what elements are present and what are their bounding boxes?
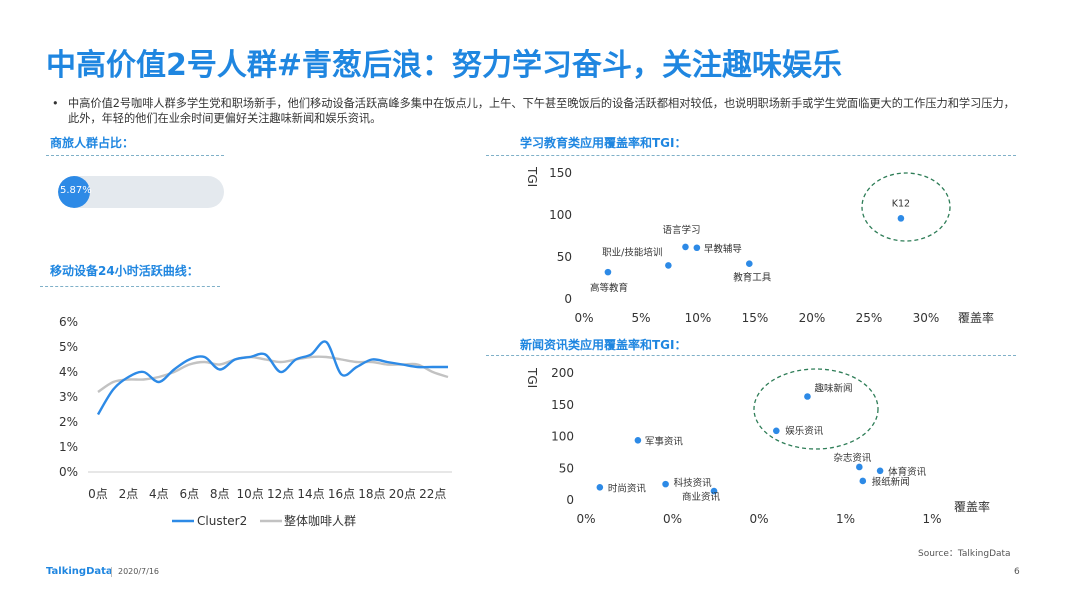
point-label: 娱乐资讯 xyxy=(785,425,824,437)
y-tick-label: 1% xyxy=(59,440,78,454)
x-tick-label: 6点 xyxy=(179,487,199,501)
point-label: 早教辅导 xyxy=(704,243,742,255)
x-tick-label: 20点 xyxy=(389,487,416,501)
x-tick-label: 2点 xyxy=(119,487,139,501)
x-tick-label: 1% xyxy=(922,512,941,526)
scatter-point xyxy=(665,262,672,269)
x-tick-label: 10点 xyxy=(237,487,264,501)
x-tick-label: 22点 xyxy=(419,487,446,501)
y-axis-title: TGI xyxy=(525,166,539,187)
scatter-point xyxy=(859,477,867,485)
point-label: 科技资讯 xyxy=(674,477,713,489)
point-label: 报纸新闻 xyxy=(872,476,910,488)
x-tick-label: 5% xyxy=(631,311,650,325)
y-tick-label: 0 xyxy=(564,292,572,306)
y-tick-label: 3% xyxy=(59,390,78,404)
y-tick-label: 50 xyxy=(557,250,572,264)
point-label: 语言学习 xyxy=(662,224,700,236)
point-label: 职业/技能培训 xyxy=(602,246,662,258)
series-line-cluster2 xyxy=(96,340,448,416)
scatter-point xyxy=(897,215,905,222)
footer-date: 2020/7/16 xyxy=(118,567,160,576)
point-label: 军事资讯 xyxy=(645,435,684,447)
y-axis-title: TGI xyxy=(525,367,539,388)
scatter-point xyxy=(856,463,863,471)
y-tick-label: 200 xyxy=(551,366,574,380)
source-note: Source：TalkingData xyxy=(918,549,1011,559)
scatter-point xyxy=(693,244,701,252)
point-label: 商业资讯 xyxy=(682,491,721,503)
x-tick-label: 0点 xyxy=(88,487,108,501)
scatter-point xyxy=(773,427,780,435)
scatter-point xyxy=(746,260,753,268)
x-tick-label: 14点 xyxy=(297,487,324,501)
scatter-point xyxy=(804,393,811,400)
highlight-ellipse xyxy=(753,368,879,450)
y-tick-label: 5% xyxy=(59,340,78,354)
x-tick-label: 0% xyxy=(576,512,595,526)
legend-label: Cluster2 xyxy=(197,514,247,528)
legend-label: 整体咖啡人群 xyxy=(284,513,356,528)
point-label: 高等教育 xyxy=(590,282,628,294)
scatter-point xyxy=(662,480,669,488)
scatter-point xyxy=(596,484,604,491)
x-axis-title: 覆盖率 xyxy=(958,310,994,325)
x-axis-title: 覆盖率 xyxy=(954,499,990,514)
x-tick-label: 12点 xyxy=(267,487,294,501)
scatter-point xyxy=(604,268,612,276)
x-tick-label: 4点 xyxy=(149,487,169,501)
x-tick-label: 20% xyxy=(799,311,826,325)
point-label: 教育工具 xyxy=(733,272,772,284)
y-tick-label: 50 xyxy=(559,461,574,475)
y-tick-label: 150 xyxy=(551,398,574,412)
y-tick-label: 150 xyxy=(549,166,572,180)
y-tick-label: 100 xyxy=(551,430,574,444)
point-label: 杂志资讯 xyxy=(833,452,872,464)
y-tick-label: 4% xyxy=(59,365,78,379)
scatter-point xyxy=(682,243,689,251)
x-tick-label: 15% xyxy=(742,311,769,325)
x-tick-label: 0% xyxy=(749,512,768,526)
x-tick-label: 30% xyxy=(913,311,940,325)
page-number: 6 xyxy=(1014,567,1020,577)
y-tick-label: 0% xyxy=(59,465,78,479)
point-label: 趣味新闻 xyxy=(814,382,852,394)
x-tick-label: 0% xyxy=(574,311,593,325)
scatter-point xyxy=(876,467,884,475)
charts-canvas: 0% 1% 2% 3% 4% 5% 6% 0点 2点 4点 6点 8点 10点 12点 14点 16点 18点 2… xyxy=(59,166,994,528)
y-tick-label: 100 xyxy=(549,208,572,222)
scatter-point xyxy=(634,437,642,444)
y-tick-label: 6% xyxy=(59,315,78,329)
point-label: K12 xyxy=(892,198,910,209)
x-tick-label: 25% xyxy=(856,311,883,325)
point-label: 时尚资讯 xyxy=(608,482,647,494)
talkingdata-logo: TalkingData xyxy=(46,566,113,577)
y-tick-label: 2% xyxy=(59,415,78,429)
x-tick-label: 10% xyxy=(685,311,712,325)
x-tick-label: 16点 xyxy=(328,487,355,501)
footer-divider xyxy=(111,567,112,577)
y-tick-label: 0 xyxy=(566,493,574,507)
x-tick-label: 0% xyxy=(663,512,682,526)
x-tick-label: 1% xyxy=(836,512,855,526)
x-tick-label: 18点 xyxy=(358,487,385,501)
x-tick-label: 8点 xyxy=(210,487,230,501)
